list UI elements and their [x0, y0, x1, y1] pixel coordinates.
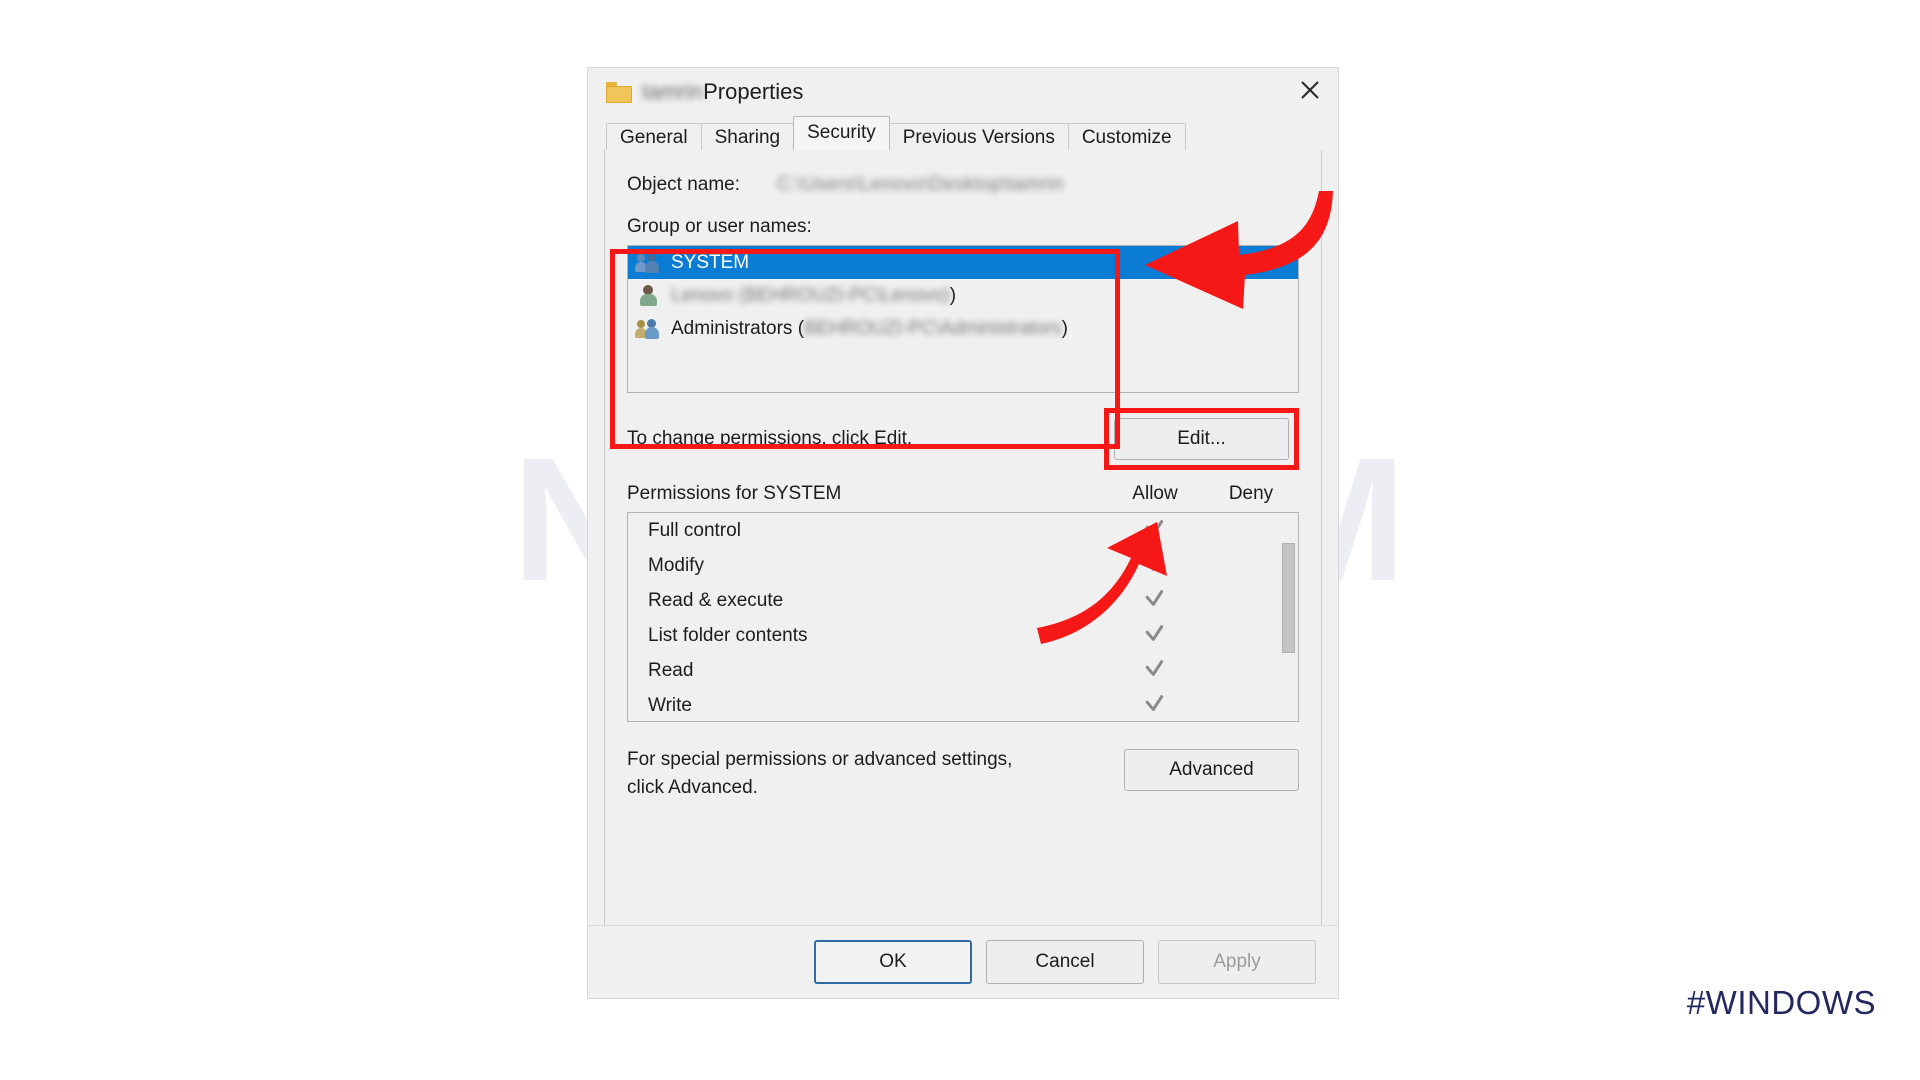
check-icon — [1143, 657, 1165, 679]
security-tab-panel: Object name: C:\Users\Lenovo\Desktop\tam… — [604, 150, 1322, 940]
check-icon — [1143, 622, 1165, 644]
check-icon — [1143, 552, 1165, 574]
object-name-row: Object name: C:\Users\Lenovo\Desktop\tam… — [627, 150, 1299, 196]
folder-icon — [606, 81, 632, 103]
tab-sharing[interactable]: Sharing — [700, 123, 795, 150]
group-section-label: Group or user names: — [627, 216, 812, 237]
tab-customize[interactable]: Customize — [1067, 123, 1186, 150]
permissions-header: Permissions for SYSTEM Allow Deny — [627, 483, 1299, 505]
table-row[interactable]: Read — [628, 653, 1298, 688]
permission-allow-cell[interactable] — [1106, 692, 1202, 720]
permission-name: Read — [648, 659, 694, 681]
hashtag-label: #WINDOWS — [1686, 984, 1876, 1021]
tab-strip: General Sharing Security Previous Versio… — [588, 116, 1338, 150]
table-row[interactable]: Modify — [628, 548, 1298, 583]
group-users-icon — [635, 251, 662, 275]
advanced-note: For special permissions or advanced sett… — [627, 746, 1012, 801]
apply-button: Apply — [1158, 940, 1316, 984]
table-row[interactable]: Read & execute — [628, 583, 1298, 618]
permission-allow-cell[interactable] — [1106, 517, 1202, 545]
list-item-domain: BEHROUZI-PC\Administrators — [804, 317, 1062, 339]
list-item-trailing: ) — [949, 284, 957, 306]
properties-dialog: tamrinProperties General Sharing Securit… — [588, 68, 1338, 998]
table-row[interactable]: List folder contents — [628, 618, 1298, 653]
tab-previous-versions[interactable]: Previous Versions — [888, 123, 1069, 150]
permissions-scrollbar-thumb[interactable] — [1282, 543, 1295, 653]
list-item[interactable]: SYSTEM — [628, 246, 1298, 279]
list-item-label: SYSTEM — [671, 251, 750, 273]
list-item-label: Administrators ( — [671, 317, 805, 339]
screenshot-canvas: NeuronVM OK Cancel Apply tamrinPropertie… — [0, 0, 1920, 1080]
list-item-trailing: ) — [1061, 317, 1068, 339]
single-user-icon — [636, 284, 662, 308]
permissions-allow-header: Allow — [1132, 483, 1178, 504]
permissions-deny-header: Deny — [1228, 483, 1274, 504]
table-row[interactable]: Full control — [628, 513, 1298, 548]
dialog-title-suffix: Properties — [703, 79, 804, 104]
close-icon[interactable] — [1282, 68, 1338, 112]
tab-general[interactable]: General — [606, 123, 702, 150]
advanced-row: For special permissions or advanced sett… — [627, 746, 1299, 801]
ok-button[interactable]: OK — [814, 940, 972, 984]
tab-security[interactable]: Security — [793, 116, 890, 150]
group-user-list[interactable]: SYSTEM Lenovo (BEHROUZI-PC\Lenovo) ) Adm… — [627, 245, 1299, 393]
list-item-label: Lenovo (BEHROUZI-PC\Lenovo) — [671, 284, 950, 306]
advanced-note-line1: For special permissions or advanced sett… — [627, 749, 1013, 770]
table-row[interactable]: Write — [628, 688, 1298, 721]
permission-name: Full control — [648, 519, 741, 541]
permission-name: List folder contents — [648, 624, 808, 646]
edit-button[interactable]: Edit... — [1114, 418, 1289, 460]
permission-allow-cell[interactable] — [1106, 657, 1202, 685]
permissions-list[interactable]: Full control Modify Read & execute List … — [627, 512, 1299, 722]
advanced-note-line2: click Advanced. — [627, 776, 758, 798]
dialog-titlebar: tamrinProperties — [588, 68, 1338, 116]
dialog-title: tamrinProperties — [642, 79, 803, 105]
list-item[interactable]: Lenovo (BEHROUZI-PC\Lenovo) ) — [628, 279, 1298, 312]
permission-name: Modify — [648, 554, 704, 576]
permission-name: Write — [648, 694, 692, 716]
dialog-title-folder-name: tamrin — [642, 79, 704, 104]
permission-allow-cell[interactable] — [1106, 552, 1202, 580]
permissions-title: Permissions for SYSTEM — [627, 483, 842, 504]
list-item[interactable]: Administrators ( BEHROUZI-PC\Administrat… — [628, 312, 1298, 345]
edit-permissions-row: To change permissions, click Edit. Edit.… — [627, 408, 1299, 470]
dialog-reflection: OK Cancel Apply — [588, 998, 1338, 1080]
object-name-value: C:\Users\Lenovo\Desktop\tamrin — [777, 174, 1064, 195]
edit-note: To change permissions, click Edit. — [627, 428, 913, 449]
permission-allow-cell[interactable] — [1106, 622, 1202, 650]
advanced-button[interactable]: Advanced — [1124, 749, 1299, 791]
check-icon — [1143, 517, 1165, 539]
edit-button-highlight: Edit... — [1104, 408, 1299, 470]
cancel-button[interactable]: Cancel — [986, 940, 1144, 984]
group-users-icon — [635, 317, 662, 341]
permission-name: Read & execute — [648, 589, 784, 611]
check-icon — [1143, 692, 1165, 714]
permission-allow-cell[interactable] — [1106, 587, 1202, 615]
dialog-footer: OK Cancel Apply — [588, 925, 1338, 998]
object-name-label: Object name: — [627, 174, 740, 195]
check-icon — [1143, 587, 1165, 609]
